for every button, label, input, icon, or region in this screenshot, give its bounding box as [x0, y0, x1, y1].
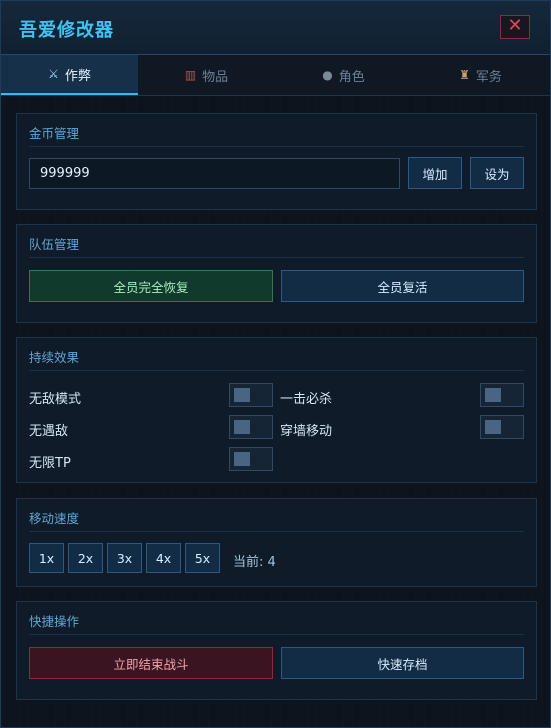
tab-label: 角色 [338, 69, 365, 85]
divider [29, 634, 524, 635]
one-hit-kill-label: 一击必杀 [280, 392, 333, 407]
speed-section: 移动速度 1x 2x 3x 4x 5x 当前: 4 [16, 498, 537, 587]
tab-label: 物品 [202, 69, 229, 85]
tab-label: 军务 [475, 69, 502, 85]
set-gold-button[interactable]: 设为 [470, 157, 524, 189]
section-title: 持续效果 [29, 350, 80, 365]
section-title: 金币管理 [29, 126, 80, 141]
speed-3x-button[interactable]: 3x [107, 543, 142, 573]
toggle-knob [485, 388, 501, 402]
one-hit-kill-toggle[interactable] [480, 383, 524, 407]
gold-section: 金币管理 999999 增加 设为 [16, 113, 537, 210]
gold-input[interactable]: 999999 [29, 158, 400, 189]
quick-section: 快捷操作 立即结束战斗 快速存档 [16, 601, 537, 700]
person-icon: ● [322, 68, 333, 82]
infinite-tp-toggle[interactable] [229, 447, 273, 471]
god-mode-toggle[interactable] [229, 383, 273, 407]
divider [29, 531, 524, 532]
speed-4x-button[interactable]: 4x [146, 543, 181, 573]
infinite-tp-label: 无限TP [29, 456, 71, 471]
tab-bar: ⚔ 作弊 ▥ 物品 ● 角色 ♜ 军务 [1, 55, 550, 96]
title-bar: 吾爱修改器 ✕ [1, 1, 550, 55]
speed-2x-button[interactable]: 2x [68, 543, 103, 573]
cheat-window: 吾爱修改器 ✕ ⚔ 作弊 ▥ 物品 ● 角色 ♜ 军务 金币管理 999999 … [0, 0, 551, 728]
section-title: 队伍管理 [29, 237, 80, 252]
restore-all-button[interactable]: 全员完全恢复 [29, 270, 273, 302]
close-button[interactable]: ✕ [500, 15, 530, 39]
toggle-knob [234, 388, 250, 402]
bag-icon: ▥ [184, 68, 197, 82]
section-title: 快捷操作 [29, 614, 80, 629]
toggle-knob [234, 452, 250, 466]
divider [29, 146, 524, 147]
toggle-knob [234, 420, 250, 434]
wall-walk-label: 穿墙移动 [280, 424, 333, 439]
toggle-knob [485, 420, 501, 434]
divider [29, 257, 524, 258]
current-speed-text: 当前: 4 [233, 555, 276, 570]
tab-cheat[interactable]: ⚔ 作弊 [1, 55, 138, 95]
speed-5x-button[interactable]: 5x [185, 543, 220, 573]
party-section: 队伍管理 全员完全恢复 全员复活 [16, 224, 537, 323]
divider [29, 370, 524, 371]
effects-section: 持续效果 无敌模式 一击必杀 无遇敌 穿墙移动 无限TP [16, 337, 537, 483]
revive-all-button[interactable]: 全员复活 [281, 270, 524, 302]
window-title: 吾爱修改器 [19, 20, 114, 41]
wall-walk-toggle[interactable] [480, 415, 524, 439]
speed-1x-button[interactable]: 1x [29, 543, 64, 573]
tab-label: 作弊 [64, 68, 91, 84]
close-icon: ✕ [507, 15, 523, 36]
god-mode-label: 无敌模式 [29, 392, 82, 407]
tab-character[interactable]: ● 角色 [275, 55, 412, 95]
tab-military[interactable]: ♜ 军务 [412, 55, 549, 95]
add-gold-button[interactable]: 增加 [408, 157, 462, 189]
section-title: 移动速度 [29, 511, 80, 526]
tab-items[interactable]: ▥ 物品 [138, 55, 275, 95]
quick-save-button[interactable]: 快速存档 [281, 647, 524, 679]
no-encounter-toggle[interactable] [229, 415, 273, 439]
end-battle-button[interactable]: 立即结束战斗 [29, 647, 273, 679]
no-encounter-label: 无遇敌 [29, 424, 69, 439]
castle-icon: ♜ [459, 68, 470, 82]
swords-icon: ⚔ [48, 67, 59, 81]
